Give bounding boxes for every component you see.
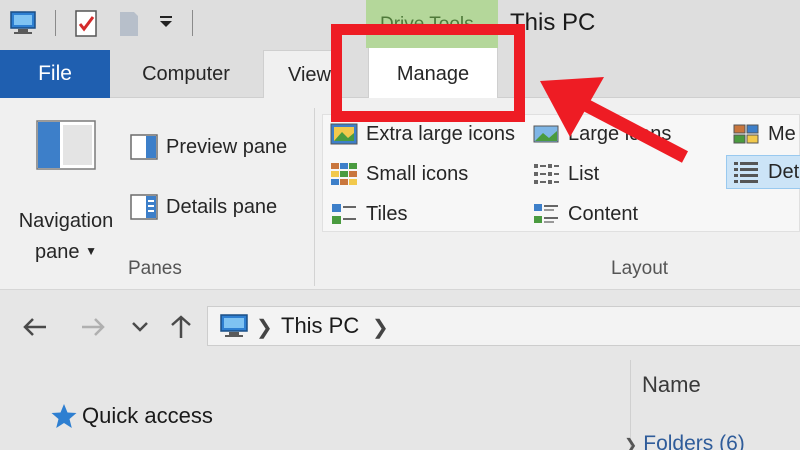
details-pane-button[interactable]: Details pane [130, 190, 277, 224]
chevron-right-icon[interactable]: ❯ [372, 315, 389, 340]
content-view-icon [534, 204, 558, 223]
address-bar[interactable]: ❯ This PC ❯ [207, 306, 800, 346]
chevron-right-icon[interactable]: ❯ [256, 315, 273, 340]
navigation-pane-icon [36, 120, 96, 170]
tab-computer[interactable]: Computer [125, 50, 247, 98]
toolbar-separator [192, 10, 193, 36]
layout-small-icons[interactable]: Small icons [330, 157, 468, 191]
annotation-arrow-icon [540, 77, 689, 163]
layout-content[interactable]: Content [532, 197, 638, 231]
customize-dropdown-icon[interactable] [158, 14, 174, 30]
computer-icon[interactable] [8, 10, 38, 36]
navigation-pane-label: Navigation pane ▼ [18, 210, 114, 263]
back-arrow-icon [23, 318, 46, 336]
tab-file[interactable]: File [0, 50, 110, 98]
annotation-highlight-box [331, 24, 525, 122]
new-folder-icon[interactable] [118, 8, 140, 38]
group-label-layout: Layout [611, 258, 669, 279]
layout-details[interactable]: Det [726, 155, 800, 189]
forward-button[interactable] [78, 312, 108, 342]
layout-medium-icons[interactable]: Me [732, 117, 796, 151]
this-pc-icon [220, 314, 248, 337]
details-view-icon [734, 162, 758, 183]
nav-item-quick-access[interactable]: Quick access [50, 400, 213, 432]
tab-view[interactable]: View [263, 50, 338, 100]
group-separator [314, 108, 315, 286]
group-header-folders[interactable]: ❯ Folders (6) [624, 432, 745, 450]
small-icons-icon [331, 163, 357, 185]
back-button[interactable] [20, 312, 50, 342]
extra-large-icons-icon [330, 123, 358, 145]
chevron-right-icon: ❯ [624, 437, 638, 450]
group-label-panes: Panes [128, 258, 182, 279]
recent-locations-button[interactable] [128, 312, 152, 342]
star-icon [51, 404, 77, 428]
toolbar-separator [55, 10, 56, 36]
medium-icons-icon [733, 124, 759, 144]
up-arrow-icon [171, 315, 191, 338]
chevron-down-icon [132, 322, 148, 332]
details-pane-icon [130, 194, 158, 220]
preview-pane-button[interactable]: Preview pane [130, 130, 287, 164]
column-header-name[interactable]: Name [642, 372, 701, 398]
forward-arrow-icon [82, 318, 105, 336]
properties-checkmark-icon[interactable] [72, 8, 100, 38]
navigation-pane-button[interactable]: Navigation pane ▼ [8, 120, 120, 270]
address-location[interactable]: This PC [281, 313, 359, 339]
layout-tiles[interactable]: Tiles [330, 197, 407, 231]
layout-extra-large-icons[interactable]: Extra large icons [330, 117, 515, 151]
tiles-view-icon [332, 204, 356, 224]
preview-pane-icon [130, 134, 158, 160]
up-button[interactable] [166, 312, 196, 342]
